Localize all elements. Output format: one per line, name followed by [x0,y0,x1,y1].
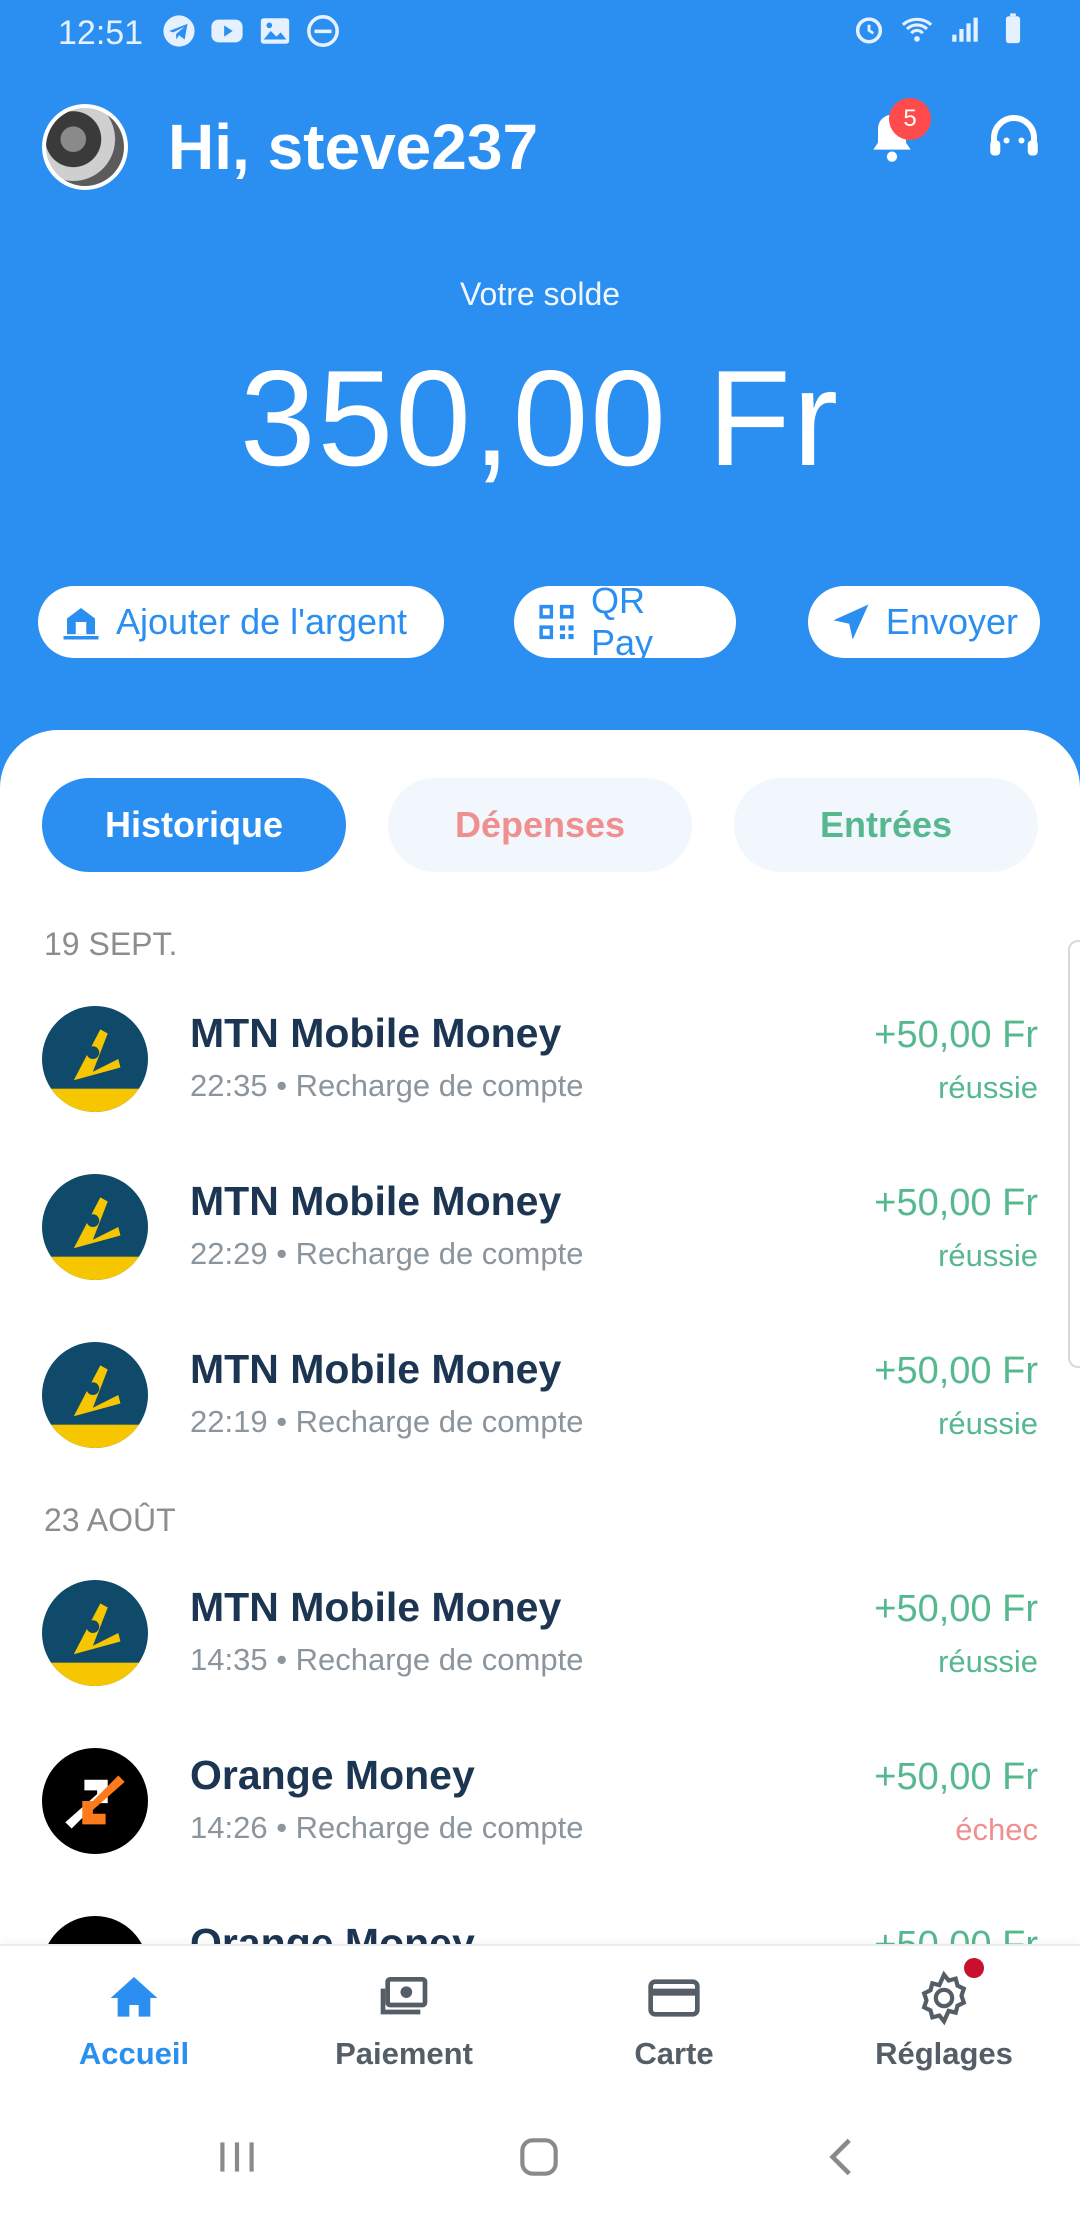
section-date: 19 SEPT. [44,926,178,962]
nav-home-label: Accueil [78,2036,190,2071]
qr-pay-label: QR Pay [590,580,654,663]
transaction-name: Orange Money [190,1752,475,1798]
transaction-status: réussie [938,1070,1038,1105]
send-label: Envoyer [885,601,1018,642]
send-button[interactable]: Envoyer [808,586,1040,658]
transaction-row[interactable]: MTN Mobile Money 22:35 • Recharge de com… [0,992,1080,1132]
signal-icon [952,17,978,42]
gallery-icon [260,18,290,44]
transaction-row[interactable]: Orange Money 14:26 • Recharge de compte … [0,1734,1080,1874]
mtn-logo-icon [42,1580,148,1686]
transaction-amount: +50,00 Fr [874,1756,1038,1798]
nav-settings[interactable]: Réglages [844,1970,1044,2072]
orange-money-logo-icon [42,1748,148,1854]
transaction-meta: 22:29 • Recharge de compte [190,1236,584,1271]
nav-payment-label: Paiement [335,2036,473,2071]
transaction-meta: 22:19 • Recharge de compte [190,1404,584,1439]
transaction-name: MTN Mobile Money [190,1584,562,1630]
transaction-status: échec [955,1812,1038,1847]
transaction-name: MTN Mobile Money [190,1178,562,1224]
transaction-row[interactable]: MTN Mobile Money 14:35 • Recharge de com… [0,1566,1080,1706]
add-money-icon [63,608,99,640]
battery-icon [1005,13,1021,44]
avatar[interactable] [42,104,128,190]
scroll-indicator[interactable] [1068,940,1080,1368]
card-icon [648,1979,700,2017]
telegram-icon [163,15,195,47]
transaction-name: MTN Mobile Money [190,1346,562,1392]
send-arrow-icon [833,604,869,640]
add-money-label: Ajouter de l'argent [116,601,408,642]
transaction-row[interactable]: MTN Mobile Money 22:19 • Recharge de com… [0,1328,1080,1468]
nav-payment[interactable]: Paiement [304,1970,504,2072]
status-bar: 12:51 [0,0,1080,64]
tab-expenses[interactable]: Dépenses [388,778,692,872]
nav-settings-label: Réglages [875,2036,1013,2071]
home-icon [110,1977,158,2017]
youtube-icon [211,19,243,43]
section-date: 23 AOÛT [44,1502,176,1538]
tab-income[interactable]: Entrées [734,778,1038,872]
tab-history[interactable]: Historique [42,778,346,872]
transaction-amount: +50,00 Fr [874,1588,1038,1630]
status-time: 12:51 [58,14,144,52]
transaction-status: réussie [938,1406,1038,1441]
alarm-icon [855,17,883,44]
settings-alert-dot [964,1958,984,1978]
add-money-button[interactable]: Ajouter de l'argent [38,586,444,658]
recent-apps-icon[interactable] [212,2132,262,2182]
mtn-logo-icon [42,1342,148,1448]
nav-card-label: Carte [634,2036,714,2071]
transaction-name: MTN Mobile Money [190,1010,562,1056]
gear-icon [921,1970,967,2026]
transaction-amount: +50,00 Fr [874,1014,1038,1056]
do-not-disturb-icon [307,15,339,47]
system-navigation-bar [0,2100,1080,2220]
balance-amount: 350,00 Fr [239,342,841,494]
transaction-row[interactable]: MTN Mobile Money 22:29 • Recharge de com… [0,1160,1080,1300]
transaction-status: réussie [938,1644,1038,1679]
notification-badge: 5 [889,98,931,140]
transaction-amount: +50,00 Fr [874,1182,1038,1224]
transactions-sheet: Historique Dépenses Entrées 19 SEPT. MTN… [0,730,1080,2022]
transaction-meta: 22:35 • Recharge de compte [190,1068,584,1103]
nav-card[interactable]: Carte [574,1970,774,2072]
qr-pay-button[interactable]: QR Pay [514,580,736,663]
nav-home[interactable]: Accueil [34,1970,234,2072]
home-button-icon[interactable] [514,2132,564,2182]
mtn-logo-icon [42,1006,148,1112]
greeting: Hi, steve237 [168,111,539,183]
wifi-icon [901,17,933,42]
qr-code-icon [539,604,574,640]
transaction-amount: +50,00 Fr [874,1350,1038,1392]
transaction-meta: 14:35 • Recharge de compte [190,1642,584,1677]
payment-icon [380,1977,428,2015]
transaction-status: réussie [938,1238,1038,1273]
support-headset-icon[interactable] [984,108,1044,168]
mtn-logo-icon [42,1174,148,1280]
transaction-meta: 14:26 • Recharge de compte [190,1810,584,1845]
back-icon[interactable] [818,2132,868,2182]
balance-label: Votre solde [459,276,621,312]
bottom-navigation: Accueil Paiement Carte Réglages [0,1944,1080,2100]
